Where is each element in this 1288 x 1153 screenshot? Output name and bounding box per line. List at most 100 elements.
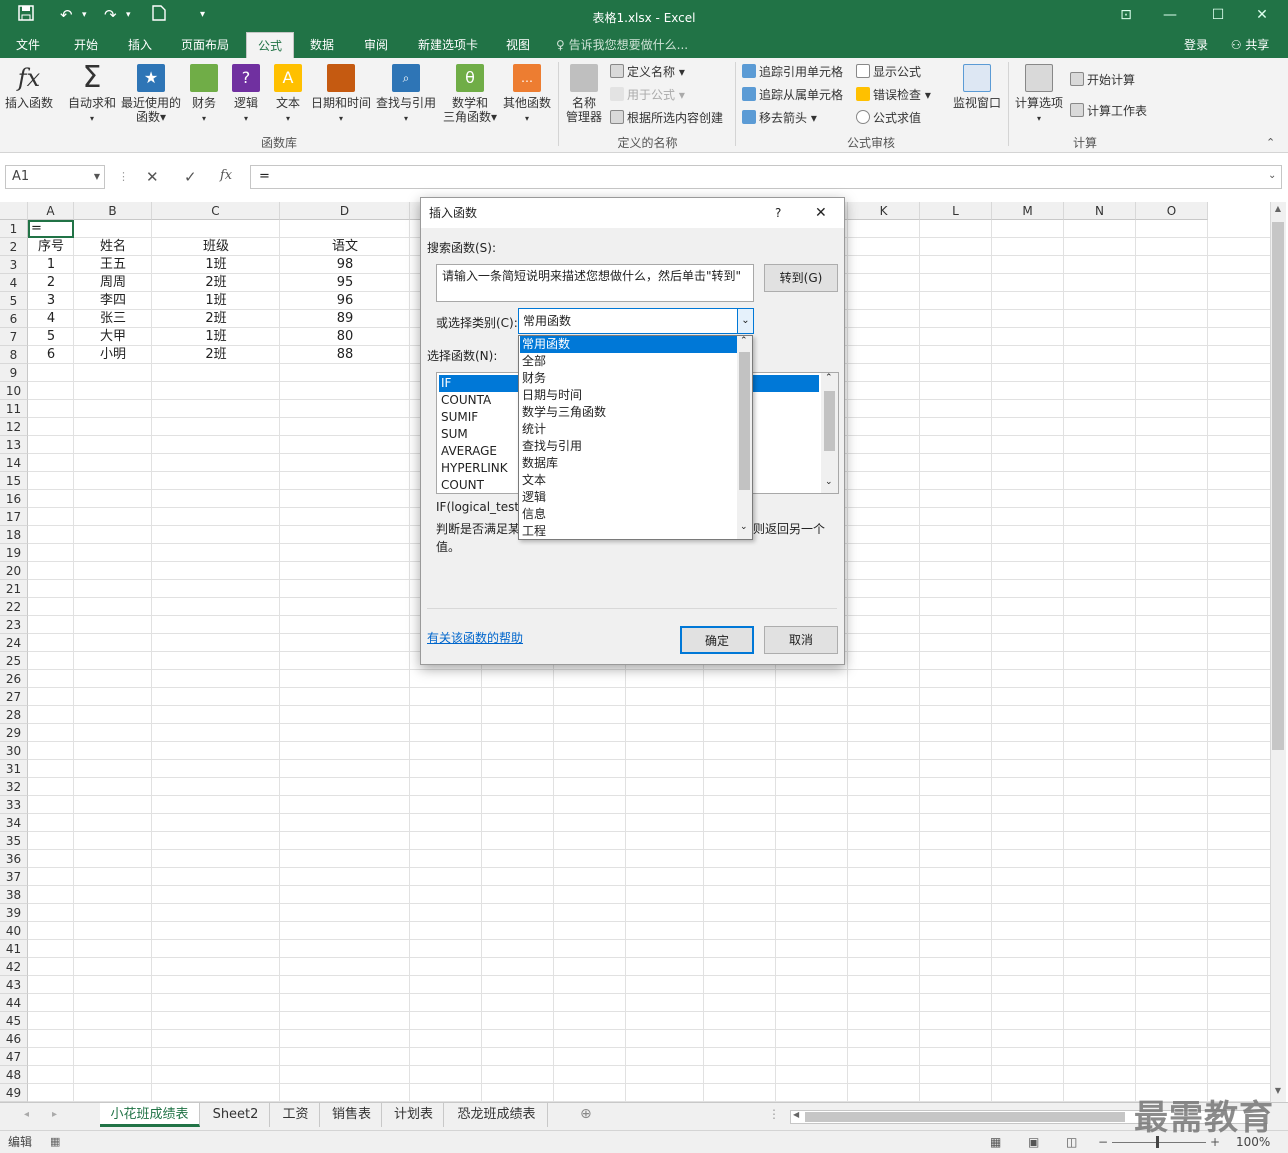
dialog-close-icon[interactable]: ✕ — [815, 198, 827, 228]
define-name-button[interactable]: 定义名称 ▾ — [610, 62, 685, 82]
add-sheet-icon[interactable]: ⊕ — [580, 1106, 592, 1122]
row-header[interactable]: 7 — [0, 328, 28, 346]
row-header[interactable]: 49 — [0, 1084, 28, 1102]
sheet-tab[interactable]: 恐龙班成绩表 — [446, 1103, 548, 1127]
use-in-formula-button[interactable]: 用于公式 ▾ — [610, 85, 685, 105]
tab-review[interactable]: 审阅 — [354, 32, 398, 58]
category-scroll-up-icon[interactable]: ⌃ — [740, 336, 748, 346]
scroll-left-icon[interactable]: ◀ — [793, 1110, 799, 1119]
category-list-scrollbar[interactable]: ⌃ ⌄ — [737, 336, 752, 539]
list-scroll-thumb[interactable] — [824, 391, 835, 451]
text-button[interactable]: A 文本 ▾ — [272, 64, 304, 126]
tab-insert[interactable]: 插入 — [118, 32, 162, 58]
cell[interactable]: 1班 — [152, 328, 280, 346]
cell[interactable]: 1班 — [152, 256, 280, 274]
tab-view[interactable]: 视图 — [496, 32, 540, 58]
row-header[interactable]: 21 — [0, 580, 28, 598]
row-header[interactable]: 22 — [0, 598, 28, 616]
row-header[interactable]: 16 — [0, 490, 28, 508]
select-all-corner[interactable] — [0, 202, 28, 220]
row-header[interactable]: 11 — [0, 400, 28, 418]
name-box-dropdown-icon[interactable]: ▼ — [94, 166, 100, 188]
row-header[interactable]: 30 — [0, 742, 28, 760]
trace-precedents-button[interactable]: 追踪引用单元格 — [742, 62, 843, 82]
column-header[interactable]: O — [1136, 202, 1208, 220]
row-header[interactable]: 14 — [0, 454, 28, 472]
confirm-entry-icon[interactable]: ✓ — [184, 168, 197, 186]
category-option[interactable]: 统计 — [520, 421, 737, 438]
sheet-tab[interactable]: 计划表 — [384, 1103, 444, 1127]
cell[interactable]: 大甲 — [74, 328, 152, 346]
watch-window-button[interactable]: 监视窗口 — [950, 64, 1004, 110]
row-header[interactable]: 18 — [0, 526, 28, 544]
category-option[interactable]: 逻辑 — [520, 489, 737, 506]
ribbon-display-icon[interactable]: ⊡ — [1108, 4, 1144, 26]
financial-button[interactable]: 财务 ▾ — [188, 64, 220, 126]
name-box[interactable]: A1 ▼ — [5, 165, 105, 189]
tab-data[interactable]: 数据 — [300, 32, 344, 58]
login-link[interactable]: 登录 — [1176, 32, 1216, 58]
row-header[interactable]: 15 — [0, 472, 28, 490]
datetime-button[interactable]: 日期和时间 ▾ — [310, 64, 372, 126]
row-header[interactable]: 39 — [0, 904, 28, 922]
row-header[interactable]: 35 — [0, 832, 28, 850]
row-header[interactable]: 2 — [0, 238, 28, 256]
error-check-button[interactable]: 错误检查 ▾ — [856, 85, 931, 105]
function-help-link[interactable]: 有关该函数的帮助 — [427, 629, 523, 646]
autosum-button[interactable]: Σ 自动求和 ▾ — [66, 63, 118, 126]
row-header[interactable]: 9 — [0, 364, 28, 382]
cell[interactable]: 80 — [280, 328, 410, 346]
column-header[interactable]: B — [74, 202, 152, 220]
more-functions-button[interactable]: … 其他函数 ▾ — [500, 64, 554, 126]
column-header[interactable]: A — [28, 202, 74, 220]
column-header[interactable]: K — [848, 202, 920, 220]
cell[interactable]: 88 — [280, 346, 410, 364]
category-option[interactable]: 全部 — [520, 353, 737, 370]
prev-sheet-icon[interactable]: ◂ — [24, 1109, 29, 1120]
function-list-scrollbar[interactable]: ⌃ ⌄ — [821, 373, 838, 493]
category-option[interactable]: 财务 — [520, 370, 737, 387]
close-window-icon[interactable]: ✕ — [1244, 4, 1280, 26]
row-header[interactable]: 42 — [0, 958, 28, 976]
tab-home[interactable]: 开始 — [64, 32, 108, 58]
row-header[interactable]: 47 — [0, 1048, 28, 1066]
column-header[interactable]: L — [920, 202, 992, 220]
category-dropdown-list[interactable]: 常用函数 全部 财务 日期与时间 数学与三角函数 统计 查找与引用 数据库 文本 逻辑 信息 工程 ⌃… — [518, 335, 753, 540]
vertical-scrollbar[interactable]: ▲ ▼ — [1270, 202, 1286, 1102]
cell[interactable]: 张三 — [74, 310, 152, 328]
row-header[interactable]: 19 — [0, 544, 28, 562]
category-option[interactable]: 文本 — [520, 472, 737, 489]
category-option[interactable]: 查找与引用 — [520, 438, 737, 455]
collapse-ribbon-icon[interactable]: ⌃ — [1266, 136, 1275, 149]
cell[interactable]: 2 — [28, 274, 74, 292]
tab-new[interactable]: 新建选项卡 — [410, 32, 486, 58]
row-header[interactable]: 5 — [0, 292, 28, 310]
name-manager-button[interactable]: 名称 管理器 — [562, 64, 606, 124]
cell[interactable]: 语文 — [280, 238, 410, 256]
category-option-selected[interactable]: 常用函数 — [520, 336, 737, 353]
macro-record-icon[interactable]: ▦ — [50, 1131, 60, 1153]
column-header[interactable]: C — [152, 202, 280, 220]
tab-page-layout[interactable]: 页面布局 — [172, 32, 238, 58]
row-header[interactable]: 48 — [0, 1066, 28, 1084]
cell[interactable]: 1班 — [152, 292, 280, 310]
sheet-tab[interactable]: Sheet2 — [202, 1103, 270, 1127]
cell[interactable]: 姓名 — [74, 238, 152, 256]
expand-formula-bar-icon[interactable]: ⌄ — [1268, 170, 1276, 181]
cancel-button[interactable]: 取消 — [764, 626, 838, 654]
category-option[interactable]: 日期与时间 — [520, 387, 737, 404]
row-header[interactable]: 25 — [0, 652, 28, 670]
cell[interactable]: 小明 — [74, 346, 152, 364]
row-header[interactable]: 31 — [0, 760, 28, 778]
zoom-out-icon[interactable]: − — [1098, 1131, 1108, 1153]
category-dropdown-icon[interactable]: ⌄ — [737, 309, 753, 333]
cell[interactable]: 班级 — [152, 238, 280, 256]
calc-sheet-button[interactable]: 计算工作表 — [1070, 101, 1147, 121]
tab-formulas[interactable]: 公式 — [246, 32, 294, 58]
row-header[interactable]: 34 — [0, 814, 28, 832]
row-header[interactable]: 23 — [0, 616, 28, 634]
go-button[interactable]: 转到(G) — [764, 264, 838, 292]
share-button[interactable]: ⚇ 共享 — [1222, 32, 1278, 58]
calc-options-button[interactable]: 计算选项 ▾ — [1012, 64, 1066, 126]
maximize-icon[interactable]: ☐ — [1200, 4, 1236, 26]
